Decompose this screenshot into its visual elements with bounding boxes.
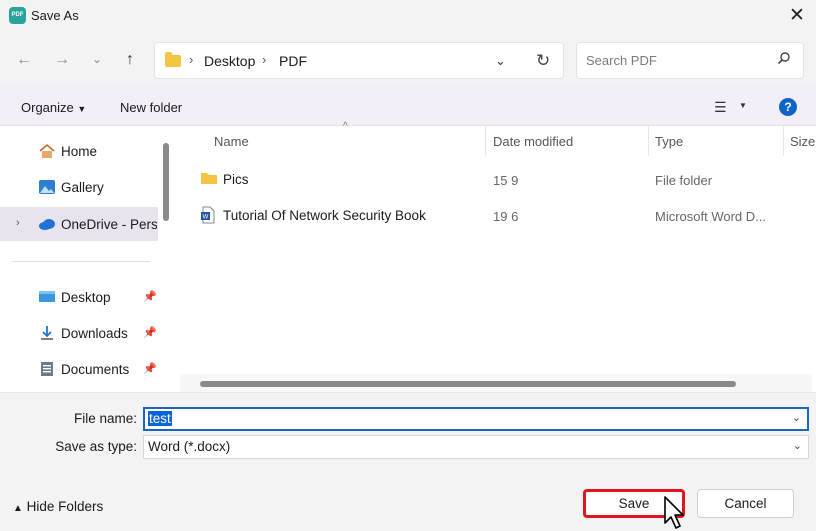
hide-folders-button[interactable]: ▲ Hide Folders: [13, 499, 103, 514]
sidebar-item-label: OneDrive - Perso: [61, 217, 157, 232]
breadcrumb-desktop[interactable]: Desktop: [204, 53, 255, 69]
sidebar-item-label: Desktop: [61, 290, 111, 305]
cancel-button[interactable]: Cancel: [697, 489, 794, 518]
sidebar-item-label: Gallery: [61, 180, 104, 195]
column-header-name[interactable]: Name: [214, 134, 249, 149]
up-arrow-icon[interactable]: ↑: [118, 48, 142, 72]
window-title: Save As: [31, 8, 79, 23]
sidebar-item-home[interactable]: Home: [0, 134, 160, 168]
sidebar-item-label: Downloads: [61, 326, 128, 341]
title-bar: [0, 0, 816, 32]
chevron-down-icon[interactable]: ⌄: [793, 439, 802, 452]
sidebar-item-label: Home: [61, 144, 98, 159]
column-divider[interactable]: [485, 126, 486, 156]
caret-up-icon: ▲: [13, 503, 23, 514]
back-arrow-icon[interactable]: ←: [12, 48, 36, 72]
column-divider[interactable]: [783, 126, 784, 156]
save-type-value: Word (*.docx): [148, 439, 231, 454]
save-type-select[interactable]: Word (*.docx) ⌄: [143, 435, 809, 459]
refresh-icon[interactable]: ↻: [536, 51, 550, 71]
sort-up-icon: ^: [343, 121, 348, 132]
svg-text:W: W: [203, 215, 209, 221]
close-icon[interactable]: ✕: [786, 3, 808, 29]
gallery-icon: [39, 180, 55, 194]
horizontal-scrollbar[interactable]: [200, 381, 736, 387]
organize-label: Organize: [21, 100, 74, 115]
caret-down-icon: ▼: [77, 104, 87, 114]
address-bar[interactable]: › Desktop › PDF ⌄ ↻: [154, 42, 564, 79]
search-placeholder: Search PDF: [586, 53, 657, 68]
recent-chevron-icon[interactable]: ⌄: [85, 47, 109, 71]
file-name: Tutorial Of Network Security Book: [223, 208, 426, 223]
pin-icon[interactable]: 📌: [143, 290, 157, 303]
file-name-input[interactable]: test ⌄: [143, 407, 809, 431]
view-options-icon[interactable]: ☰: [714, 99, 727, 116]
onedrive-icon: [39, 219, 55, 230]
file-name: Pics: [223, 172, 249, 187]
sidebar-item-label: Documents: [61, 362, 130, 377]
search-icon: [777, 52, 790, 65]
folder-icon: [201, 173, 217, 184]
folder-icon: [165, 52, 181, 67]
save-type-label: Save as type:: [55, 439, 137, 454]
word-doc-icon: W: [201, 206, 215, 224]
file-name-label: File name:: [73, 411, 137, 426]
column-header-size[interactable]: Size: [790, 134, 815, 149]
search-input[interactable]: Search PDF: [576, 42, 804, 79]
documents-icon: [41, 362, 53, 376]
file-type: File folder: [655, 173, 713, 188]
desktop-icon: [39, 291, 55, 302]
mouse-cursor-icon: [664, 496, 684, 529]
organize-button[interactable]: Organize ▼: [21, 100, 86, 115]
file-date: 19 6: [493, 209, 519, 224]
file-type: Microsoft Word D...: [655, 209, 767, 224]
sidebar-item-onedrive[interactable]: › OneDrive - Perso: [0, 207, 158, 241]
pin-icon[interactable]: 📌: [143, 326, 157, 339]
hide-folders-label: Hide Folders: [26, 499, 104, 514]
forward-arrow-icon[interactable]: →: [50, 48, 74, 72]
breadcrumb-pdf[interactable]: PDF: [279, 53, 307, 69]
sidebar-item-documents[interactable]: Documents 📌: [0, 352, 160, 386]
sidebar-divider: [12, 261, 150, 262]
breadcrumb-separator-icon: ›: [262, 52, 267, 67]
file-row[interactable]: Pics 15 9 File folder: [190, 166, 810, 194]
view-dropdown-icon[interactable]: ▼: [739, 101, 747, 110]
file-name-value: test: [148, 411, 172, 426]
download-icon: [41, 326, 53, 340]
address-dropdown-icon[interactable]: ⌄: [495, 53, 506, 69]
column-header-date[interactable]: Date modified: [493, 134, 573, 149]
sidebar-item-downloads[interactable]: Downloads 📌: [0, 316, 160, 350]
home-icon: [39, 143, 55, 158]
help-icon[interactable]: ?: [779, 98, 797, 116]
breadcrumb-separator-icon: ›: [189, 52, 194, 67]
column-header-type[interactable]: Type: [655, 134, 683, 149]
pin-icon[interactable]: 📌: [143, 362, 157, 375]
chevron-down-icon[interactable]: ⌄: [792, 411, 801, 424]
column-divider[interactable]: [648, 126, 649, 156]
app-icon: PDF: [9, 7, 26, 24]
file-row[interactable]: W Tutorial Of Network Security Book 19 6…: [190, 202, 810, 230]
sidebar-item-desktop[interactable]: Desktop 📌: [0, 280, 160, 314]
file-date: 15 9: [493, 173, 519, 188]
expand-chevron-icon[interactable]: ›: [16, 217, 20, 229]
new-folder-button[interactable]: New folder: [120, 100, 182, 115]
sidebar-item-gallery[interactable]: Gallery: [0, 170, 160, 204]
sidebar-scrollbar[interactable]: [163, 143, 169, 221]
